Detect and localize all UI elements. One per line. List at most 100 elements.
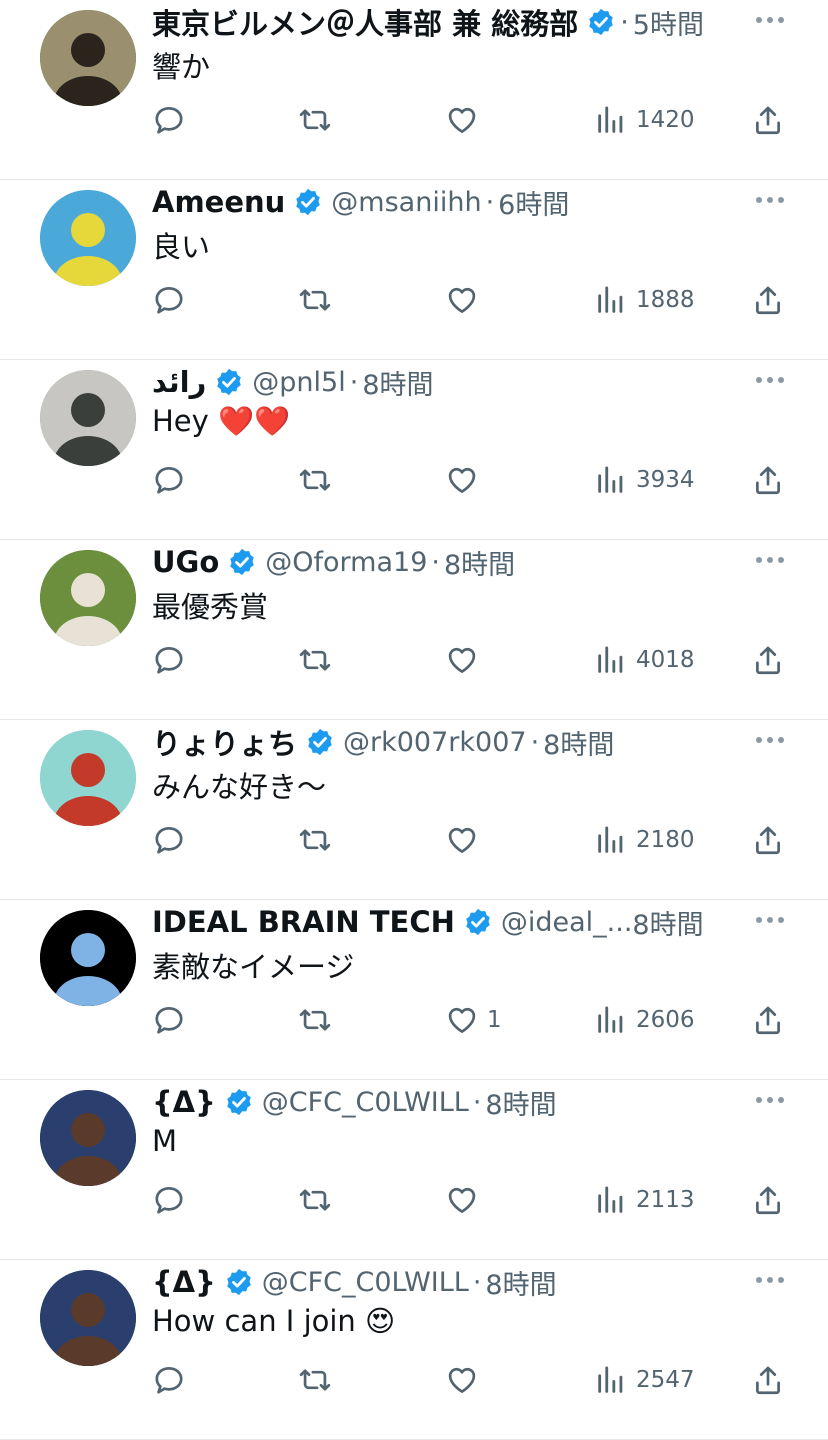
avatar-image (40, 190, 136, 286)
more-dots-icon[interactable] (756, 196, 784, 204)
tweet[interactable]: りょりょち @rk007rk007 · 8時間 みんな好き〜 2180 (0, 720, 828, 900)
avatar[interactable] (40, 370, 136, 466)
retweet-button[interactable] (298, 100, 332, 140)
more-dots-icon[interactable] (756, 736, 784, 744)
more-dots-icon[interactable] (756, 376, 784, 384)
share-button[interactable] (751, 1180, 785, 1220)
views-button[interactable]: 1420 (594, 100, 695, 140)
timestamp[interactable]: 8時間 (543, 723, 614, 762)
retweet-button[interactable] (298, 1000, 332, 1040)
retweet-button[interactable] (298, 1180, 332, 1220)
avatar[interactable] (40, 910, 136, 1006)
timestamp[interactable]: 8時間 (485, 1083, 556, 1122)
display-name[interactable]: 東京ビルメン＠人事部 兼 総務部 (152, 2, 578, 42)
retweet-button[interactable] (298, 460, 332, 500)
avatar[interactable] (40, 730, 136, 826)
share-button[interactable] (751, 1000, 785, 1040)
retweet-button[interactable] (298, 1360, 332, 1400)
display-name[interactable]: りょりょち (152, 722, 297, 762)
user-handle[interactable]: @CFC_C0LWILL (262, 1267, 469, 1298)
timestamp[interactable]: 8時間 (485, 1263, 556, 1302)
avatar[interactable] (40, 1270, 136, 1366)
user-handle[interactable]: @rk007rk007 (343, 727, 527, 758)
like-button[interactable] (445, 1360, 487, 1400)
user-handle[interactable]: @CFC_C0LWILL (262, 1087, 469, 1118)
share-button[interactable] (751, 820, 785, 860)
display-name[interactable]: رائد (152, 365, 206, 399)
display-name[interactable]: {Δ} (152, 1085, 216, 1119)
like-button[interactable]: 1 (445, 1000, 502, 1040)
verified-badge-icon (227, 1088, 251, 1116)
timestamp[interactable]: 8時間 (444, 543, 515, 582)
share-button[interactable] (751, 640, 785, 680)
tweet[interactable]: {Δ} @CFC_C0LWILL · 8時間 How can I join 😍 (0, 1260, 828, 1440)
share-button[interactable] (751, 280, 785, 320)
views-button[interactable]: 1888 (594, 280, 695, 320)
display-name[interactable]: {Δ} (152, 1265, 216, 1299)
heart-icon (448, 1007, 476, 1033)
avatar[interactable] (40, 190, 136, 286)
reply-button[interactable] (152, 640, 186, 680)
retweet-button[interactable] (298, 640, 332, 680)
share-button[interactable] (751, 460, 785, 500)
reply-button[interactable] (152, 460, 186, 500)
user-handle[interactable]: @msaniihh (331, 187, 481, 218)
more-dots-icon[interactable] (756, 1276, 784, 1284)
tweet-header: {Δ} @CFC_C0LWILL · 8時間 (152, 1082, 738, 1122)
avatar-image (40, 550, 136, 646)
user-handle[interactable]: @ideal_... (501, 907, 633, 938)
heart-icon (448, 647, 476, 673)
like-button[interactable] (445, 460, 487, 500)
reply-button[interactable] (152, 820, 186, 860)
tweet[interactable]: Ameenu @msaniihh · 6時間 良い 1888 (0, 180, 828, 360)
like-button[interactable] (445, 280, 487, 320)
more-dots-icon[interactable] (756, 16, 784, 24)
share-button[interactable] (751, 100, 785, 140)
timestamp[interactable]: 5時間 (633, 3, 704, 42)
more-dots-icon[interactable] (756, 556, 784, 564)
display-name[interactable]: UGo (152, 545, 219, 579)
timestamp[interactable]: 8時間 (632, 903, 703, 942)
views-button[interactable]: 3934 (594, 460, 695, 500)
share-button[interactable] (751, 1360, 785, 1400)
views-button[interactable]: 4018 (594, 640, 695, 680)
timestamp[interactable]: 6時間 (498, 183, 569, 222)
user-handle[interactable]: @Oforma19 (265, 547, 427, 578)
avatar[interactable] (40, 1090, 136, 1186)
tweet[interactable]: IDEAL BRAIN TECH @ideal_... 8時間 素敵なイメージ (0, 900, 828, 1080)
reply-button[interactable] (152, 100, 186, 140)
display-name[interactable]: Ameenu (152, 185, 285, 219)
tweet[interactable]: رائد @pnl5l · 8時間 Hey ❤️❤️ 3934 (0, 360, 828, 540)
like-button[interactable] (445, 640, 487, 680)
reply-bubble-icon (155, 647, 183, 674)
retweet-button[interactable] (298, 280, 332, 320)
like-button[interactable] (445, 820, 487, 860)
user-handle[interactable]: @pnl5l (252, 367, 345, 398)
retweet-button[interactable] (298, 820, 332, 860)
timestamp[interactable]: 8時間 (362, 363, 433, 402)
more-dots-icon[interactable] (756, 1096, 784, 1104)
tweet[interactable]: 東京ビルメン＠人事部 兼 総務部 · 5時間 響か 1420 (0, 0, 828, 180)
avatar-image (40, 370, 136, 466)
reply-button[interactable] (152, 1000, 186, 1040)
share-upload-icon (756, 826, 780, 855)
more-dots-icon[interactable] (756, 916, 784, 924)
tweet-feed: 東京ビルメン＠人事部 兼 総務部 · 5時間 響か 1420 Ameenu @m… (0, 0, 828, 1440)
separator-dot: · (472, 1266, 482, 1298)
views-button[interactable]: 2547 (594, 1360, 695, 1400)
reply-button[interactable] (152, 1360, 186, 1400)
reply-button[interactable] (152, 1180, 186, 1220)
like-button[interactable] (445, 1180, 487, 1220)
tweet-header: رائد @pnl5l · 8時間 (152, 362, 738, 402)
retweet-icon (299, 1369, 331, 1391)
like-button[interactable] (445, 100, 487, 140)
tweet[interactable]: {Δ} @CFC_C0LWILL · 8時間 M 2113 (0, 1080, 828, 1260)
views-button[interactable]: 2180 (594, 820, 695, 860)
views-button[interactable]: 2606 (594, 1000, 695, 1040)
display-name[interactable]: IDEAL BRAIN TECH (152, 905, 455, 939)
avatar[interactable] (40, 10, 136, 106)
avatar[interactable] (40, 550, 136, 646)
reply-button[interactable] (152, 280, 186, 320)
tweet[interactable]: UGo @Oforma19 · 8時間 最優秀賞 4018 (0, 540, 828, 720)
views-button[interactable]: 2113 (594, 1180, 695, 1220)
